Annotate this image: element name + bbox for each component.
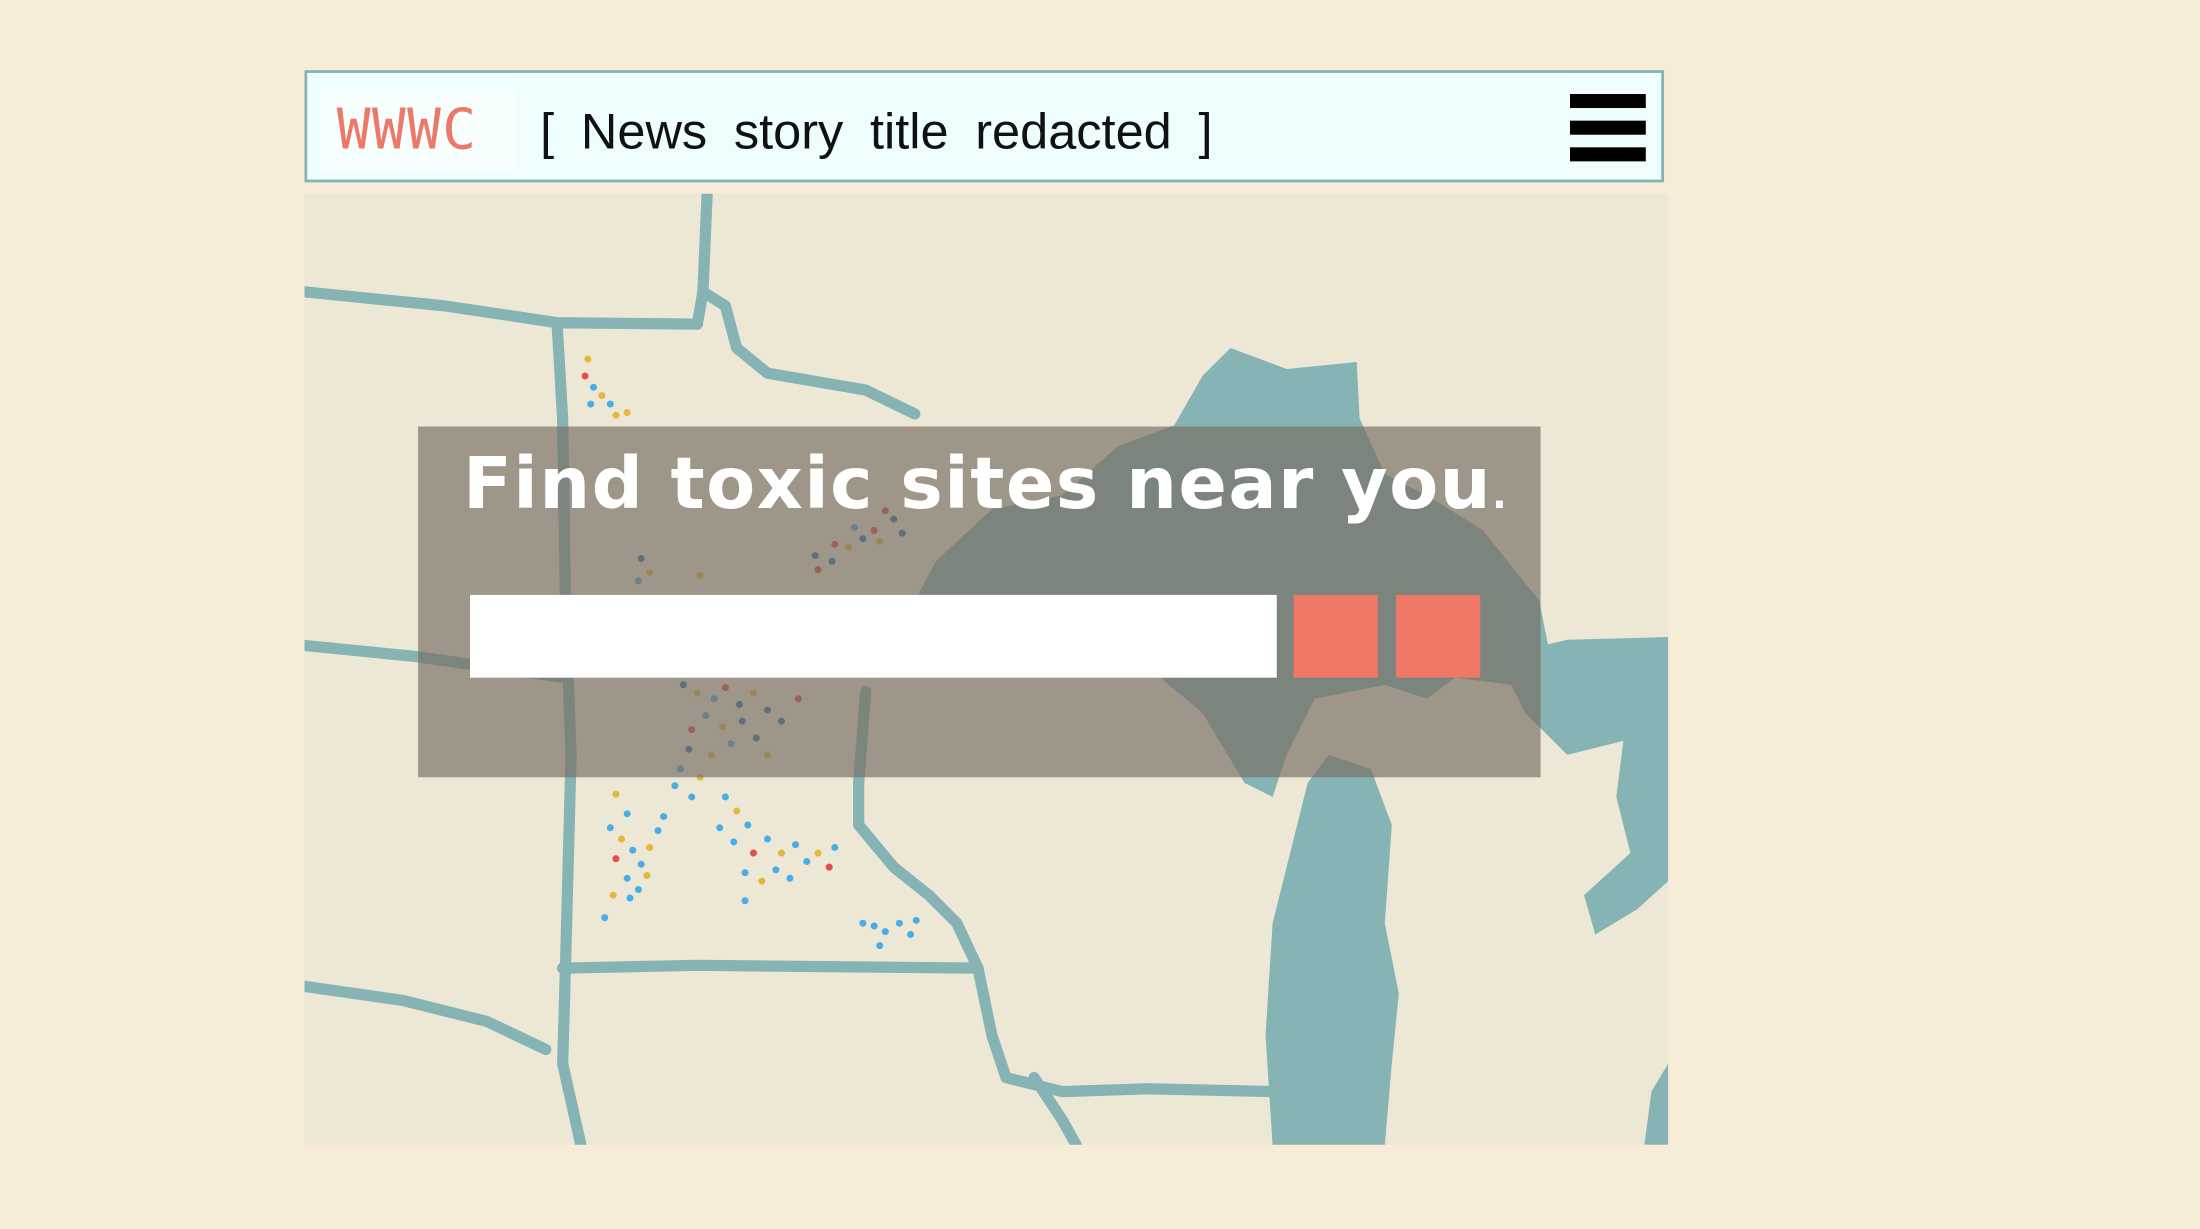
hamburger-menu-icon[interactable] xyxy=(1570,94,1646,162)
search-panel: Find toxic sites near you. xyxy=(418,426,1541,778)
headline-text: Find toxic sites near you xyxy=(463,443,1493,527)
site-header: WWWC [ News story title redacted ] xyxy=(304,70,1665,183)
hero-headline: Find toxic sites near you. xyxy=(463,443,1508,537)
headline-period: . xyxy=(1492,471,1509,518)
lake-east xyxy=(1644,1063,1669,1145)
logo-text: WWWC xyxy=(336,98,478,163)
locate-me-button[interactable] xyxy=(1396,594,1481,678)
search-button[interactable] xyxy=(1293,594,1378,678)
site-logo[interactable]: WWWC xyxy=(321,88,515,173)
story-title: [ News story title redacted ] xyxy=(540,102,1213,160)
location-search-input[interactable] xyxy=(470,594,1277,678)
lake-michigan xyxy=(1265,754,1399,1145)
